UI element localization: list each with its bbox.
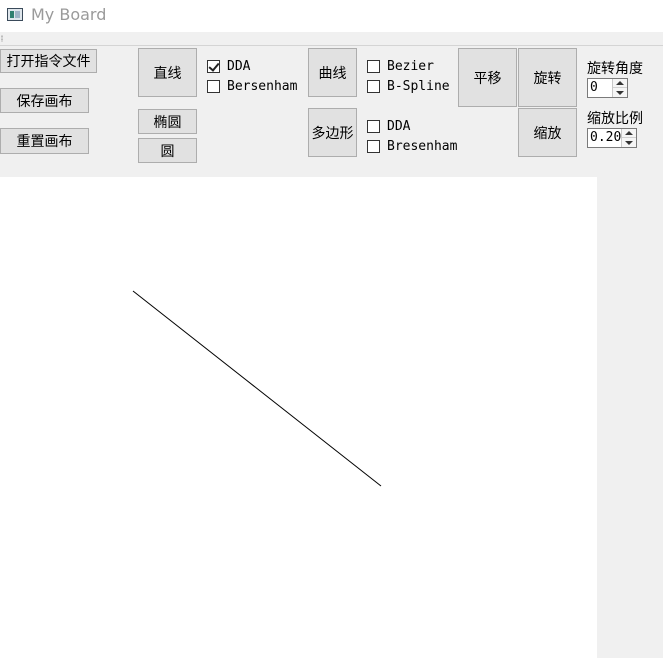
spin-down-icon[interactable]: [622, 138, 636, 147]
open-command-file-button[interactable]: 打开指令文件: [0, 49, 97, 73]
checkbox-icon: [367, 79, 380, 93]
rotation-angle-value[interactable]: 0: [590, 80, 598, 95]
scale-ratio-value[interactable]: 0.20: [590, 130, 621, 145]
toolbar-handle[interactable]: [0, 32, 663, 46]
scale-button[interactable]: 缩放: [518, 108, 577, 157]
scale-ratio-spinbox[interactable]: 0.20: [587, 128, 637, 148]
ellipse-button[interactable]: 椭圆: [138, 109, 197, 134]
line-button[interactable]: 直线: [138, 48, 197, 97]
line-dda-checkbox[interactable]: DDA: [207, 57, 250, 75]
rotation-angle-label: 旋转角度: [587, 61, 643, 77]
canvas-surface[interactable]: [0, 177, 597, 658]
checkbox-icon: [367, 59, 380, 73]
scale-ratio-label: 缩放比例: [587, 111, 643, 127]
line-bersenham-checkbox[interactable]: Bersenham: [207, 77, 297, 95]
spin-up-icon[interactable]: [622, 129, 636, 138]
title-bar: My Board: [0, 0, 663, 32]
checkbox-icon: [367, 119, 380, 133]
polygon-button[interactable]: 多边形: [308, 108, 357, 157]
drawn-line[interactable]: [132, 290, 382, 487]
save-canvas-button[interactable]: 保存画布: [0, 88, 89, 113]
translate-button[interactable]: 平移: [458, 48, 517, 107]
curve-bspline-checkbox[interactable]: B-Spline: [367, 77, 450, 95]
app-icon: [7, 8, 23, 21]
polygon-dda-checkbox[interactable]: DDA: [367, 117, 410, 135]
checkbox-checked-icon: [207, 59, 220, 73]
rotate-button[interactable]: 旋转: [518, 48, 577, 107]
curve-bezier-checkbox[interactable]: Bezier: [367, 57, 434, 75]
curve-button[interactable]: 曲线: [308, 48, 357, 97]
checkbox-icon: [207, 79, 220, 93]
spin-down-icon[interactable]: [613, 88, 627, 97]
window-title: My Board: [31, 5, 107, 24]
rotation-angle-spinbox[interactable]: 0: [587, 78, 628, 98]
reset-canvas-button[interactable]: 重置画布: [0, 128, 89, 154]
drawing-canvas[interactable]: [0, 177, 597, 658]
spin-up-icon[interactable]: [613, 79, 627, 88]
circle-button[interactable]: 圆: [138, 138, 197, 163]
polygon-bresenham-checkbox[interactable]: Bresenham: [367, 137, 457, 155]
checkbox-icon: [367, 139, 380, 153]
